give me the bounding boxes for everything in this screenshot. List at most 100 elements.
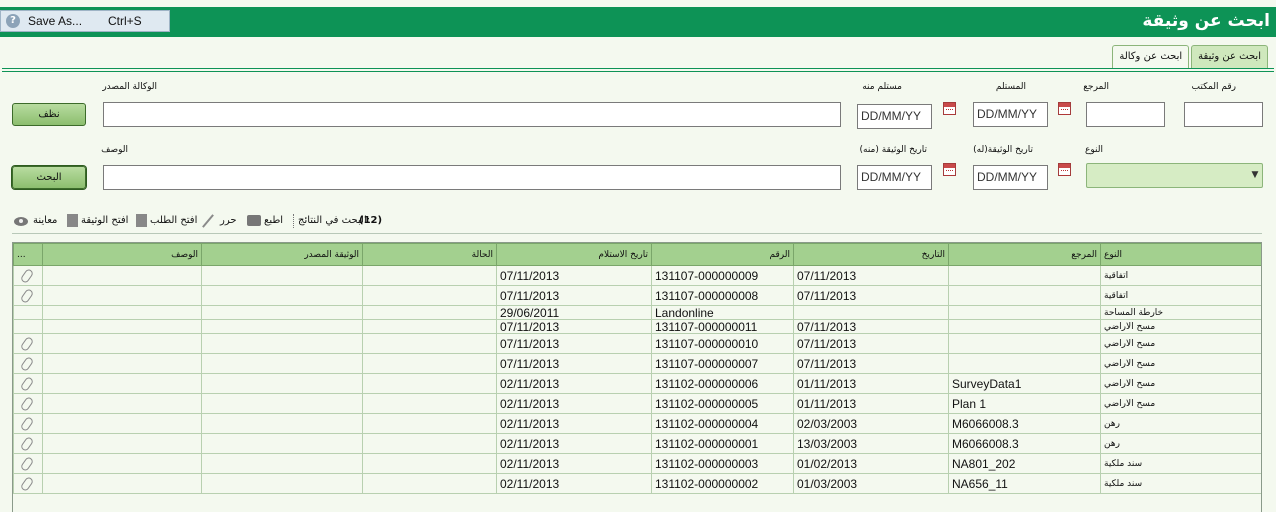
number-cell: 131102-000000003 (651, 453, 794, 474)
attachment-cell[interactable] (13, 393, 43, 414)
description-cell (42, 265, 202, 286)
date-cell: 07/11/2013 (793, 285, 949, 306)
tab-search-agency[interactable]: ابحث عن وكالة (1112, 45, 1190, 69)
reference-label: المرجع (1083, 82, 1109, 92)
office-number-field[interactable] (1184, 102, 1263, 127)
results-grid: ... الوصف الوثيقة المصدر الحالة تاريخ ال… (12, 242, 1262, 512)
description-field[interactable] (103, 165, 841, 190)
table-row[interactable]: 02/11/2013 131102-000000001 13/03/2003 M606… (13, 433, 1261, 454)
reference-cell: Plan 1 (948, 393, 1101, 414)
calendar-icon[interactable] (943, 102, 956, 115)
type-cell: اتفاقية (1100, 285, 1261, 306)
table-row[interactable]: 07/11/2013 131107-000000008 07/11/2013 اتفا… (13, 285, 1261, 306)
column-header-type[interactable]: النوع (1100, 243, 1261, 266)
preview-button[interactable]: معاينة (33, 215, 57, 226)
paperclip-icon[interactable] (19, 335, 35, 352)
table-row[interactable]: 29/06/2011 Landonline خارطة المساحة (13, 305, 1261, 320)
paperclip-icon[interactable] (19, 455, 35, 472)
reference-cell (948, 305, 1101, 320)
printer-icon[interactable] (247, 215, 261, 226)
table-row[interactable]: 02/11/2013 131102-000000003 01/02/2013 NA80… (13, 453, 1261, 474)
reference-cell (948, 333, 1101, 354)
attachment-cell[interactable] (13, 453, 43, 474)
description-cell (42, 285, 202, 306)
attachment-cell[interactable] (13, 433, 43, 454)
number-cell: 131107-000000008 (651, 285, 794, 306)
paperclip-icon[interactable] (19, 355, 35, 372)
calendar-icon[interactable] (943, 163, 956, 176)
column-header-description[interactable]: الوصف (42, 243, 202, 266)
attachment-cell[interactable] (13, 373, 43, 394)
paperclip-icon[interactable] (19, 375, 35, 392)
source-document-cell (201, 393, 363, 414)
source-agency-field[interactable] (103, 102, 841, 127)
column-header-reference[interactable]: المرجع (948, 243, 1101, 266)
open-document-button[interactable]: افتح الوثيقة (81, 215, 128, 226)
save-as-shortcut: Ctrl+S (108, 14, 142, 28)
table-row[interactable]: 07/11/2013 131107-000000007 07/11/2013 مسح … (13, 353, 1261, 374)
attachment-cell[interactable] (13, 473, 43, 494)
received-date-field[interactable]: DD/MM/YY (973, 102, 1048, 127)
received-from-date-field[interactable]: DD/MM/YY (857, 104, 932, 129)
paperclip-icon[interactable] (19, 435, 35, 452)
paperclip-icon[interactable] (19, 475, 35, 492)
reference-cell (948, 285, 1101, 306)
column-header-date[interactable]: التاريخ (793, 243, 949, 266)
column-header-source-document[interactable]: الوثيقة المصدر (201, 243, 363, 266)
column-header-receipt-date[interactable]: تاريخ الاستلام (496, 243, 652, 266)
description-cell (42, 453, 202, 474)
table-row[interactable]: 07/11/2013 131107-000000009 07/11/2013 اتفا… (13, 265, 1261, 286)
table-row[interactable]: 07/11/2013 131107-000000010 07/11/2013 مسح … (13, 333, 1261, 354)
document-icon[interactable] (136, 214, 147, 227)
description-label: الوصف (101, 145, 128, 155)
attachment-cell[interactable] (13, 413, 43, 434)
pencil-icon[interactable] (202, 214, 214, 228)
results-table: ... الوصف الوثيقة المصدر الحالة تاريخ ال… (13, 243, 1261, 494)
description-cell (42, 433, 202, 454)
date-cell: 01/03/2003 (793, 473, 949, 494)
type-select[interactable]: ▼ (1086, 163, 1263, 188)
paperclip-icon[interactable] (19, 415, 35, 432)
attachment-cell[interactable] (13, 265, 43, 286)
attachment-cell[interactable] (13, 333, 43, 354)
table-row[interactable]: 02/11/2013 131102-000000002 01/03/2003 NA65… (13, 473, 1261, 494)
reference-cell: M6066008.3 (948, 413, 1101, 434)
description-cell (42, 305, 202, 320)
receipt-date-cell: 02/11/2013 (496, 453, 652, 474)
paperclip-icon[interactable] (19, 287, 35, 304)
attachment-cell[interactable] (13, 353, 43, 374)
clear-button[interactable]: نظف (12, 103, 86, 126)
attachment-cell[interactable] (13, 285, 43, 306)
open-request-button[interactable]: افتح الطلب (150, 215, 197, 226)
column-header-more[interactable]: ... (13, 243, 43, 266)
paperclip-icon[interactable] (19, 267, 35, 284)
eye-icon[interactable] (14, 217, 28, 226)
document-icon[interactable] (67, 214, 78, 227)
reference-field[interactable] (1086, 102, 1165, 127)
search-button[interactable]: البحث (12, 166, 86, 189)
document-date-from-field[interactable]: DD/MM/YY (857, 165, 932, 190)
column-header-status[interactable]: الحالة (362, 243, 497, 266)
edit-button[interactable]: حرر (220, 215, 237, 226)
column-header-number[interactable]: الرقم (651, 243, 794, 266)
paperclip-icon[interactable] (19, 395, 35, 412)
table-row[interactable]: 07/11/2013 131107-000000011 07/11/2013 مسح … (13, 319, 1261, 334)
calendar-icon[interactable] (1058, 102, 1071, 115)
tab-search-document[interactable]: ابحث عن وثيقة (1191, 45, 1268, 69)
receipt-date-cell: 07/11/2013 (496, 333, 652, 354)
table-row[interactable]: 02/11/2013 131102-000000004 02/03/2003 M606… (13, 413, 1261, 434)
chevron-down-icon[interactable]: ▼ (1248, 164, 1262, 187)
document-date-to-field[interactable]: DD/MM/YY (973, 165, 1048, 190)
table-row[interactable]: 02/11/2013 131102-000000005 01/11/2013 Plan… (13, 393, 1261, 414)
number-cell: 131102-000000002 (651, 473, 794, 494)
help-icon[interactable]: ? (6, 14, 20, 28)
save-as-menu-item[interactable]: ? Save As... Ctrl+S (0, 10, 170, 32)
results-count: (12) (359, 215, 383, 226)
status-cell (362, 265, 497, 286)
table-row[interactable]: 02/11/2013 131102-000000006 01/11/2013 Surv… (13, 373, 1261, 394)
attachment-cell (13, 305, 43, 320)
calendar-icon[interactable] (1058, 163, 1071, 176)
type-cell: سند ملكية (1100, 453, 1261, 474)
number-cell: 131102-000000005 (651, 393, 794, 414)
print-button[interactable]: اطبع (264, 215, 283, 226)
